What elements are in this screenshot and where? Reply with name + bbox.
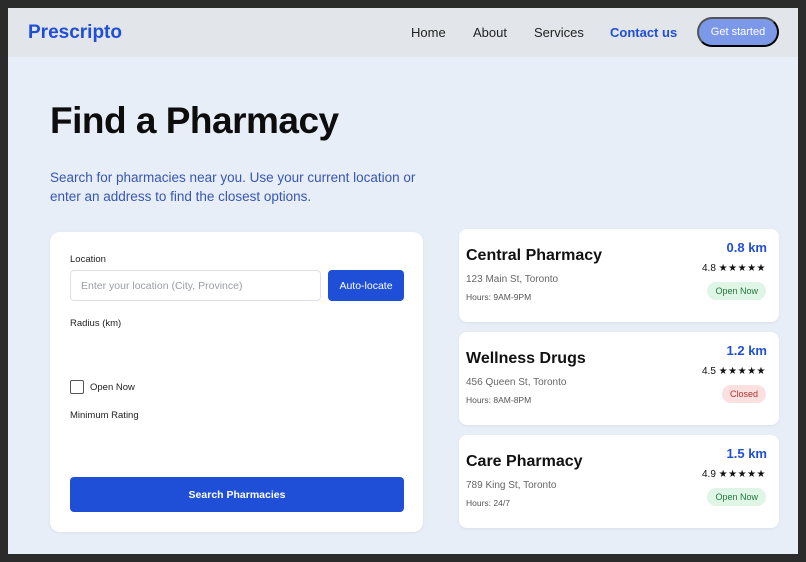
pharmacy-address: 123 Main St, Toronto xyxy=(466,274,559,285)
minimum-rating-label: Minimum Rating xyxy=(70,410,139,421)
pharmacy-address: 789 King St, Toronto xyxy=(466,480,557,491)
nav-contact-link[interactable]: Contact us xyxy=(610,25,677,40)
nav-about-link[interactable]: About xyxy=(473,25,507,40)
status-badge: Open Now xyxy=(707,488,766,506)
rating-stars-icon: ★★★★★ xyxy=(718,469,766,480)
search-pharmacies-button[interactable]: Search Pharmacies xyxy=(70,477,404,512)
auto-locate-button[interactable]: Auto-locate xyxy=(328,270,404,301)
open-now-label: Open Now xyxy=(90,381,135,393)
open-now-option[interactable]: Open Now xyxy=(70,380,135,394)
pharmacy-card[interactable]: Care Pharmacy 789 King St, Toronto Hours… xyxy=(459,435,779,528)
open-now-checkbox[interactable] xyxy=(70,380,84,394)
pharmacy-distance: 1.2 km xyxy=(726,343,767,358)
rating-value: 4.5 xyxy=(701,366,716,377)
pharmacy-rating: 4.9 ★★★★★ xyxy=(702,469,766,480)
pharmacy-address: 456 Queen St, Toronto xyxy=(466,377,567,388)
location-label: Location xyxy=(70,254,106,265)
page-title: Find a Pharmacy xyxy=(50,100,339,141)
nav-services-link[interactable]: Services xyxy=(534,25,584,40)
pharmacy-rating: 4.5 ★★★★★ xyxy=(702,366,766,377)
top-navbar: Prescripto Home About Services Contact u… xyxy=(8,8,798,57)
location-input[interactable] xyxy=(70,270,321,301)
rating-value: 4.9 xyxy=(701,469,716,480)
pharmacy-hours: Hours: 24/7 xyxy=(466,498,510,508)
pharmacy-distance: 0.8 km xyxy=(726,240,767,255)
rating-stars-icon: ★★★★★ xyxy=(718,263,766,274)
status-badge: Open Now xyxy=(707,282,766,300)
rating-value: 4.8 xyxy=(701,263,716,274)
status-badge: Closed xyxy=(721,385,766,403)
pharmacy-card[interactable]: Wellness Drugs 456 Queen St, Toronto Hou… xyxy=(459,332,779,425)
page-subtitle: Search for pharmacies near you. Use your… xyxy=(50,170,416,204)
pharmacy-distance: 1.5 km xyxy=(726,446,767,461)
pharmacy-hours: Hours: 9AM-9PM xyxy=(466,292,532,302)
browser-viewport: Prescripto Home About Services Contact u… xyxy=(8,8,798,554)
pharmacy-name: Wellness Drugs xyxy=(466,350,586,367)
pharmacy-rating: 4.8 ★★★★★ xyxy=(702,263,766,274)
radius-label: Radius (km) xyxy=(70,318,122,329)
pharmacy-name: Central Pharmacy xyxy=(466,247,603,264)
pharmacy-card[interactable]: Central Pharmacy 123 Main St, Toronto Ho… xyxy=(459,229,779,322)
nav-home-link[interactable]: Home xyxy=(411,25,446,40)
get-started-button[interactable]: Get started xyxy=(697,17,779,47)
pharmacy-hours: Hours: 8AM-8PM xyxy=(466,395,532,405)
search-form-card: Location Auto-locate Radius (km) Open No… xyxy=(50,232,423,532)
pharmacy-name: Care Pharmacy xyxy=(466,453,583,470)
rating-stars-icon: ★★★★★ xyxy=(718,366,766,377)
brand-logo[interactable]: Prescripto xyxy=(28,22,122,44)
